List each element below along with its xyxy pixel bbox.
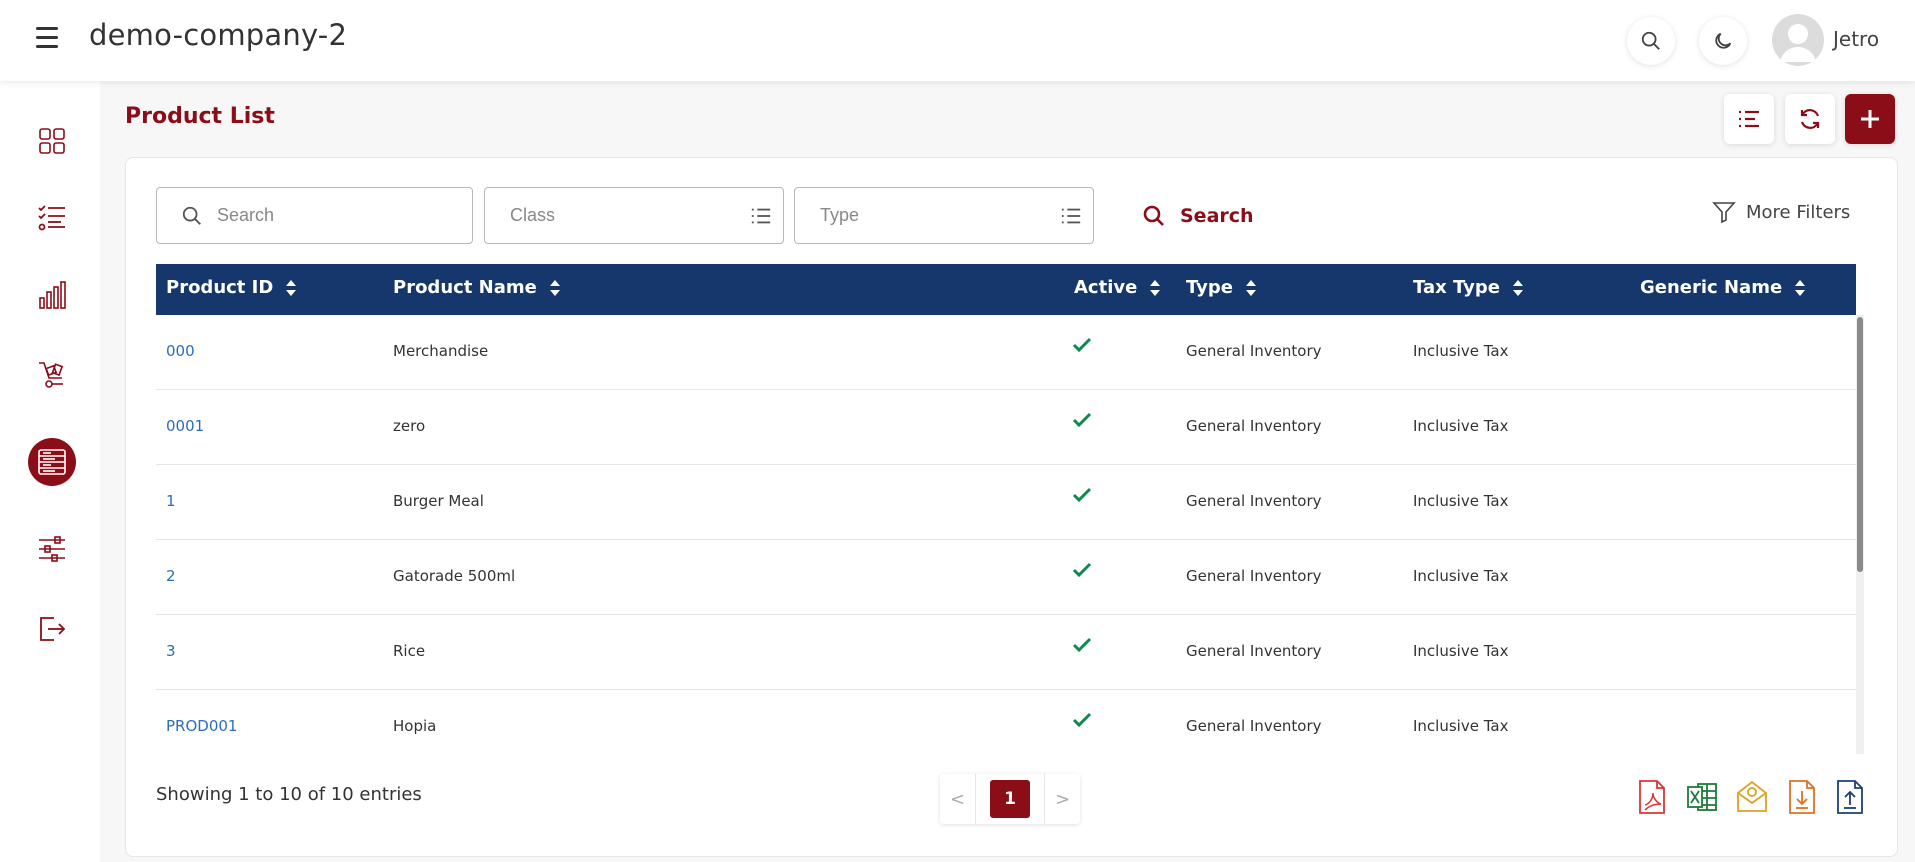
- excel-icon[interactable]: [1686, 779, 1718, 815]
- sort-icon[interactable]: [1512, 279, 1524, 297]
- moon-icon[interactable]: [1699, 17, 1747, 65]
- pdf-icon[interactable]: [1636, 779, 1668, 815]
- column-header-type[interactable]: Type: [1186, 277, 1257, 298]
- product-type: General Inventory: [1186, 642, 1322, 660]
- table-header: Product ID Product Name Active Type Tax …: [156, 264, 1856, 315]
- product-type: General Inventory: [1186, 417, 1322, 435]
- table-row[interactable]: 3 Rice General Inventory Inclusive Tax: [156, 615, 1856, 690]
- column-header-active[interactable]: Active: [1074, 277, 1161, 298]
- search-field[interactable]: [156, 187, 473, 244]
- page-number-current[interactable]: 1: [990, 780, 1030, 818]
- table-row[interactable]: 2 Gatorade 500ml General Inventory Inclu…: [156, 540, 1856, 615]
- tax-type: Inclusive Tax: [1413, 417, 1509, 435]
- type-select[interactable]: [794, 187, 1094, 244]
- product-id-link[interactable]: PROD001: [166, 717, 237, 735]
- product-name: Gatorade 500ml: [393, 567, 516, 585]
- user-avatar-icon[interactable]: [1772, 14, 1824, 66]
- list-icon: [1061, 208, 1081, 224]
- filter-icon: [1712, 202, 1736, 224]
- active-check-icon: [1072, 637, 1092, 657]
- pagination: < 1 >: [940, 774, 1080, 824]
- tax-type: Inclusive Tax: [1413, 567, 1509, 585]
- menu-icon[interactable]: [36, 27, 66, 53]
- more-filters-label: More Filters: [1746, 201, 1851, 223]
- company-name: demo-company-2: [89, 18, 348, 52]
- dashboard-grid-icon[interactable]: [28, 117, 76, 165]
- product-type: General Inventory: [1186, 342, 1322, 360]
- table-row[interactable]: PROD001 Hopia General Inventory Inclusiv…: [156, 690, 1856, 754]
- bar-chart-icon[interactable]: [28, 271, 76, 319]
- product-name: zero: [393, 417, 426, 435]
- type-input[interactable]: [795, 188, 1093, 243]
- upload-icon[interactable]: [1834, 779, 1866, 815]
- product-id-link[interactable]: 000: [166, 342, 195, 360]
- tax-type: Inclusive Tax: [1413, 342, 1509, 360]
- product-id-link[interactable]: 0001: [166, 417, 204, 435]
- product-name: Merchandise: [393, 342, 489, 360]
- column-header-tax-type[interactable]: Tax Type: [1413, 277, 1524, 298]
- tax-type: Inclusive Tax: [1413, 642, 1509, 660]
- sort-icon[interactable]: [549, 279, 561, 297]
- sort-icon[interactable]: [1794, 279, 1806, 297]
- product-id-link[interactable]: 1: [166, 492, 176, 510]
- sort-icon[interactable]: [1245, 279, 1257, 297]
- table-row[interactable]: 1 Burger Meal General Inventory Inclusiv…: [156, 465, 1856, 540]
- active-check-icon: [1072, 412, 1092, 432]
- active-check-icon: [1072, 712, 1092, 732]
- sort-icon[interactable]: [285, 279, 297, 297]
- product-id-link[interactable]: 3: [166, 642, 176, 660]
- table-scrollbar[interactable]: [1856, 315, 1864, 754]
- scrollbar-thumb[interactable]: [1857, 317, 1863, 572]
- table-row[interactable]: 0001 zero General Inventory Inclusive Ta…: [156, 390, 1856, 465]
- refresh-icon[interactable]: [1785, 94, 1835, 144]
- search-button[interactable]: Search: [1108, 190, 1278, 242]
- search-input[interactable]: [157, 188, 472, 243]
- search-icon: [1143, 205, 1164, 226]
- page-title: Product List: [125, 104, 275, 129]
- class-input[interactable]: [485, 188, 783, 243]
- product-id-link[interactable]: 2: [166, 567, 176, 585]
- username[interactable]: Jetro: [1833, 27, 1879, 51]
- product-type: General Inventory: [1186, 567, 1322, 585]
- checklist-icon[interactable]: [28, 194, 76, 242]
- tax-type: Inclusive Tax: [1413, 717, 1509, 735]
- sidebar: [0, 81, 100, 862]
- product-table: Product ID Product Name Active Type Tax …: [156, 264, 1864, 754]
- email-icon[interactable]: [1736, 779, 1768, 815]
- entries-info: Showing 1 to 10 of 10 entries: [156, 784, 422, 805]
- search-icon[interactable]: [1627, 17, 1675, 65]
- active-check-icon: [1072, 562, 1092, 582]
- download-icon[interactable]: [1786, 779, 1818, 815]
- list-icon: [751, 208, 771, 224]
- list-view-icon[interactable]: [1724, 94, 1774, 144]
- tax-type: Inclusive Tax: [1413, 492, 1509, 510]
- previous-page-button[interactable]: <: [940, 774, 976, 824]
- class-select[interactable]: [484, 187, 784, 244]
- sliders-icon[interactable]: [28, 525, 76, 573]
- product-type: General Inventory: [1186, 717, 1322, 735]
- search-button-label: Search: [1180, 205, 1254, 227]
- logout-icon[interactable]: [28, 605, 76, 653]
- products-list-icon[interactable]: [28, 438, 76, 486]
- active-check-icon: [1072, 337, 1092, 357]
- product-name: Rice: [393, 642, 426, 660]
- active-check-icon: [1072, 487, 1092, 507]
- add-icon[interactable]: [1845, 94, 1895, 144]
- column-header-generic-name[interactable]: Generic Name: [1640, 277, 1806, 298]
- sort-icon[interactable]: [1149, 279, 1161, 297]
- top-bar: demo-company-2 Jetro: [0, 0, 1915, 81]
- cart-icon[interactable]: [28, 351, 76, 399]
- table-row[interactable]: 000 Merchandise General Inventory Inclus…: [156, 315, 1856, 390]
- product-name: Hopia: [393, 717, 437, 735]
- product-name: Burger Meal: [393, 492, 484, 510]
- more-filters-button[interactable]: More Filters: [1712, 200, 1850, 224]
- column-header-product-id[interactable]: Product ID: [166, 277, 297, 298]
- column-header-product-name[interactable]: Product Name: [393, 277, 561, 298]
- next-page-button[interactable]: >: [1044, 774, 1080, 824]
- product-type: General Inventory: [1186, 492, 1322, 510]
